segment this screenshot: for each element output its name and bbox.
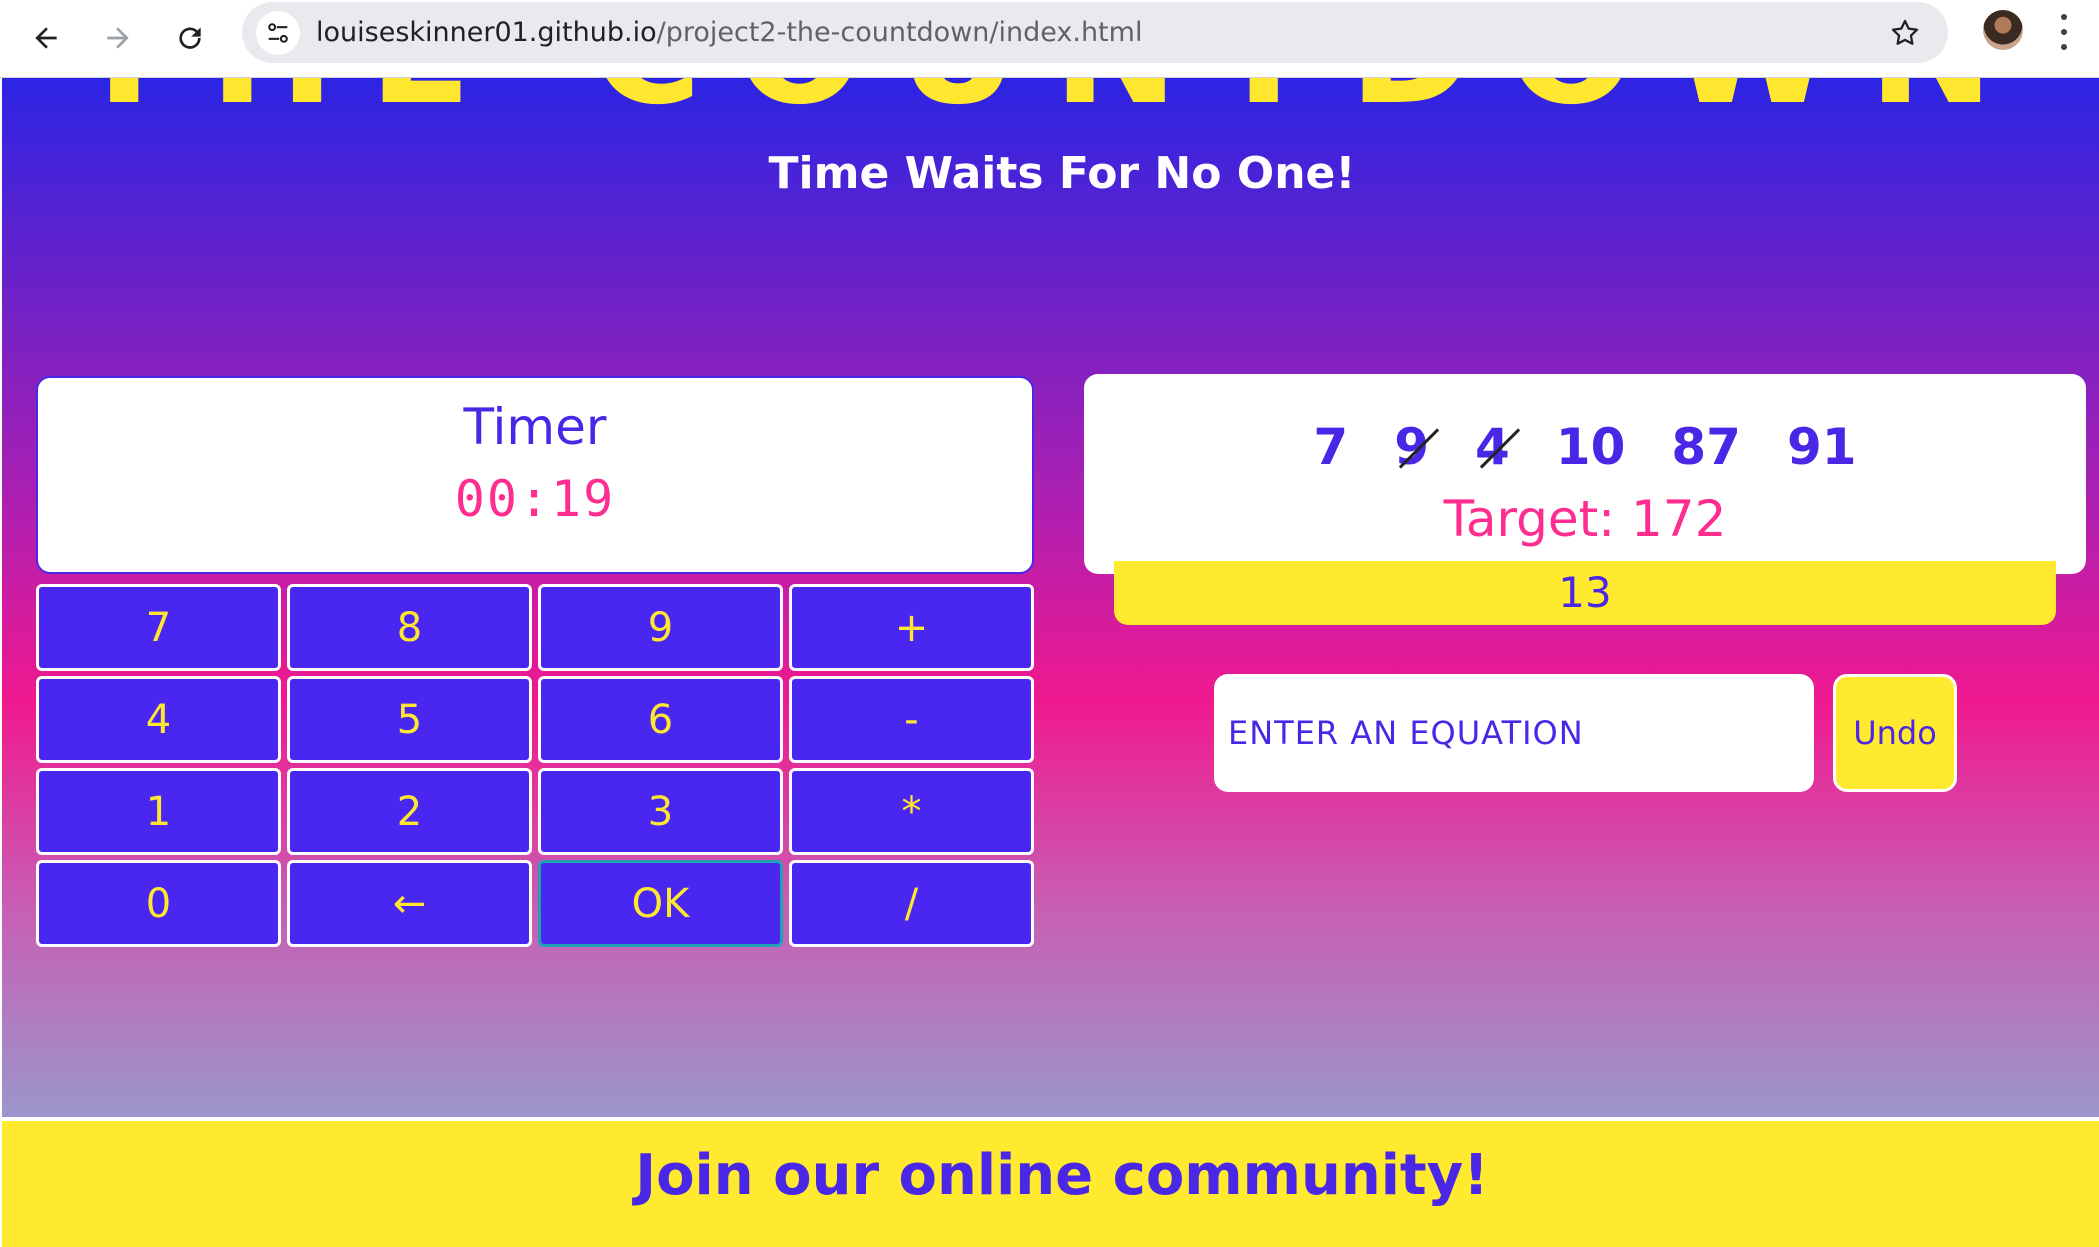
menu-kebab-icon[interactable] xyxy=(2052,14,2076,50)
key-1[interactable]: 1 xyxy=(36,768,281,855)
undo-button[interactable]: Undo xyxy=(1833,674,1957,792)
number-tile[interactable]: 10 xyxy=(1550,418,1632,476)
address-bar[interactable]: louiseskinner01.github.io/project2-the-c… xyxy=(242,2,1948,63)
arrow-left-icon xyxy=(35,27,57,49)
key-divide[interactable]: / xyxy=(789,860,1034,947)
key-6[interactable]: 6 xyxy=(538,676,783,763)
browser-toolbar: louiseskinner01.github.io/project2-the-c… xyxy=(0,0,2099,78)
key-8[interactable]: 8 xyxy=(287,584,532,671)
number-tile-used[interactable]: 9 xyxy=(1388,418,1435,476)
back-button[interactable] xyxy=(18,10,74,66)
key-3[interactable]: 3 xyxy=(538,768,783,855)
arrow-right-icon xyxy=(107,27,129,49)
url-text[interactable]: louiseskinner01.github.io/project2-the-c… xyxy=(316,2,1142,63)
result-display: 13 xyxy=(1114,561,2056,625)
number-tile-used[interactable]: 4 xyxy=(1469,418,1516,476)
number-tile[interactable]: 91 xyxy=(1781,418,1863,476)
site-info-icon[interactable] xyxy=(256,11,300,55)
number-tile[interactable]: 87 xyxy=(1665,418,1747,476)
keypad: 7 8 9 + 4 5 6 - 1 2 3 * 0 ← OK / xyxy=(36,584,1036,1026)
key-backspace[interactable]: ← xyxy=(287,860,532,947)
key-2[interactable]: 2 xyxy=(287,768,532,855)
url-path: /project2-the-countdown/index.html xyxy=(656,17,1143,48)
key-minus[interactable]: - xyxy=(789,676,1034,763)
reload-button[interactable] xyxy=(162,10,218,66)
key-ok[interactable]: OK xyxy=(538,860,783,947)
reload-icon xyxy=(179,27,201,49)
timer-value: 00:19 xyxy=(454,470,616,528)
timer-label: Timer xyxy=(463,398,607,456)
key-7[interactable]: 7 xyxy=(36,584,281,671)
bookmark-star-icon[interactable] xyxy=(1888,16,1922,50)
key-5[interactable]: 5 xyxy=(287,676,532,763)
footer-banner: Join our online community! xyxy=(2,1117,2099,1247)
equation-input[interactable] xyxy=(1214,674,1814,792)
page-content: THE COUNTDOWN Time Waits For No One! Tim… xyxy=(2,78,2099,1117)
footer-community-link[interactable]: Join our online community! xyxy=(2,1143,2099,1208)
key-multiply[interactable]: * xyxy=(789,768,1034,855)
number-tile[interactable]: 7 xyxy=(1307,418,1354,476)
number-tiles: 7 9 4 10 87 91 xyxy=(1084,418,2086,476)
forward-button[interactable] xyxy=(90,10,146,66)
key-9[interactable]: 9 xyxy=(538,584,783,671)
page-title: THE COUNTDOWN xyxy=(2,78,2099,146)
timer-card: Timer 00:19 xyxy=(36,376,1034,574)
profile-avatar[interactable] xyxy=(1983,10,2023,50)
tagline: Time Waits For No One! xyxy=(768,148,1356,199)
key-0[interactable]: 0 xyxy=(36,860,281,947)
key-plus[interactable]: + xyxy=(789,584,1034,671)
url-host: louiseskinner01.github.io xyxy=(316,17,657,48)
key-4[interactable]: 4 xyxy=(36,676,281,763)
target-number: Target: 172 xyxy=(1443,490,1727,548)
numbers-card: 7 9 4 10 87 91 Target: 172 xyxy=(1084,374,2086,574)
